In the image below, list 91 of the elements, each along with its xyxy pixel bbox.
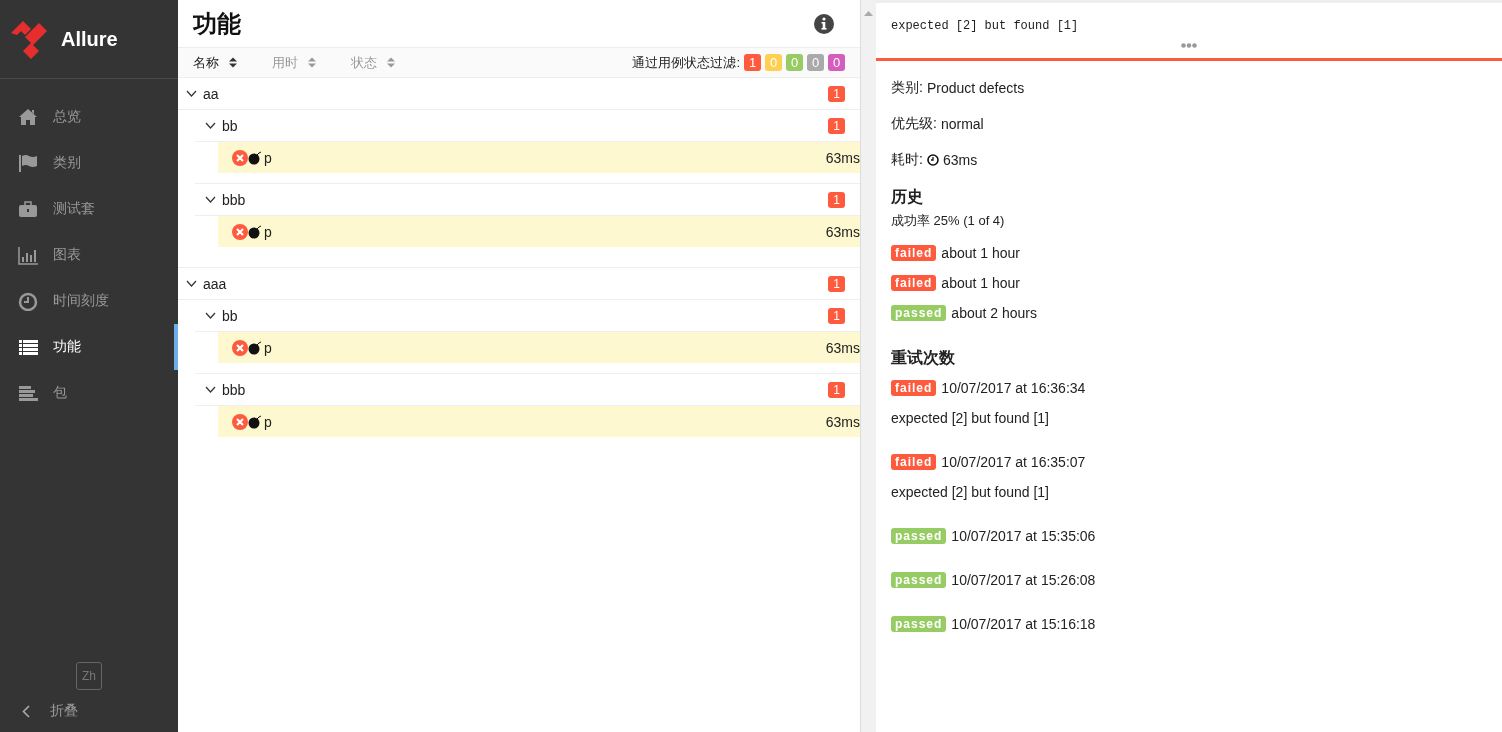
chevron-icon[interactable] [205, 386, 216, 393]
sidebar-item[interactable]: 包 [0, 370, 178, 416]
brand-name: Allure [61, 27, 118, 51]
sort-icon [308, 57, 316, 68]
sort-column[interactable]: 状态 [351, 53, 430, 72]
count-badge: 1 [828, 85, 845, 102]
test-name: p [264, 223, 272, 240]
language-button[interactable]: Zh [76, 662, 102, 690]
status-badge: failed [891, 245, 937, 261]
count-badge: 1 [828, 381, 845, 398]
failed-status-icon [232, 413, 248, 430]
retry-time: 10/07/2017 at 15:35:06 [951, 528, 1096, 544]
chevron-icon[interactable] [186, 280, 197, 287]
count-badge: 1 [828, 191, 845, 208]
retry-message: expected [2] but found [1] [891, 484, 1049, 500]
sort-column[interactable]: 名称 [193, 53, 272, 72]
test-duration: 63ms [825, 149, 860, 166]
chevron-icon[interactable] [205, 312, 216, 319]
bars-icon [18, 383, 39, 403]
test-duration: 63ms [825, 339, 860, 356]
status-filter-badge[interactable]: 0 [828, 54, 845, 71]
sidebar-item[interactable]: 功能 [0, 324, 178, 370]
test-name: p [264, 413, 272, 430]
status-filter-badge[interactable]: 1 [744, 54, 761, 71]
field-value: Product defects [926, 80, 1025, 96]
status-badge: passed [891, 616, 947, 632]
chevron-icon[interactable] [205, 122, 216, 129]
logo-icon [9, 19, 49, 59]
tree-group[interactable]: aaa 1 [178, 268, 860, 300]
failed-status-icon [232, 339, 248, 356]
page-title: 功能 [193, 8, 241, 39]
section-title: 重试次数 [891, 348, 956, 368]
clock-icon [926, 154, 939, 166]
status-badge: passed [891, 528, 947, 544]
test-row[interactable]: p 63ms [218, 216, 860, 247]
status-badge: failed [891, 380, 937, 396]
test-name: p [264, 149, 272, 166]
chart-icon [18, 245, 39, 265]
test-row[interactable]: p 63ms [218, 332, 860, 363]
retry-message: expected [2] but found [1] [891, 410, 1049, 426]
test-name: p [264, 339, 272, 356]
sidebar-item[interactable]: 图表 [0, 232, 178, 278]
failed-status-icon [232, 223, 248, 240]
status-badge: passed [891, 305, 947, 321]
list-icon [18, 337, 39, 357]
clock-icon [18, 291, 39, 311]
chevron-icon[interactable] [205, 196, 216, 203]
test-duration: 63ms [825, 413, 860, 430]
status-badge: failed [891, 454, 937, 470]
sidebar-item[interactable]: 总览 [0, 94, 178, 140]
success-rate: 成功率 25% (1 of 4) [891, 212, 1006, 230]
test-row[interactable]: p 63ms [218, 142, 860, 173]
field-value: normal [940, 116, 984, 132]
retry-time: 10/07/2017 at 15:16:18 [951, 616, 1096, 632]
info-icon[interactable] [814, 13, 834, 34]
failed-status-icon [232, 149, 248, 166]
status-badge: failed [891, 275, 937, 291]
history-time: about 1 hour [941, 245, 1020, 261]
sidebar-item[interactable]: 时间刻度 [0, 278, 178, 324]
chevron-icon [22, 704, 30, 718]
error-message: expected [2] but found [1] [891, 19, 1080, 33]
field-label: 类别: [891, 79, 923, 97]
count-badge: 1 [828, 275, 845, 292]
field-label: 耗时: [891, 151, 923, 169]
briefcase-icon [18, 199, 39, 219]
sidebar-item[interactable]: 测试套 [0, 186, 178, 232]
field-value: 63ms [942, 152, 978, 168]
sort-column[interactable]: 用时 [272, 53, 351, 72]
more-icon[interactable] [1181, 43, 1197, 48]
test-duration: 63ms [825, 223, 860, 240]
retry-time: 10/07/2017 at 16:36:34 [941, 380, 1086, 396]
field-label: 优先级: [891, 115, 937, 133]
section-title: 历史 [891, 187, 924, 207]
status-badge: passed [891, 572, 947, 588]
filter-label: 通过用例状态过滤: [632, 53, 740, 72]
sort-icon [229, 57, 237, 68]
retry-time: 10/07/2017 at 16:35:07 [941, 454, 1086, 470]
chevron-icon[interactable] [186, 90, 197, 97]
test-row[interactable]: p 63ms [218, 406, 860, 437]
flag-icon [18, 153, 39, 173]
count-badge: 1 [828, 307, 845, 324]
tree-group[interactable]: aa 1 [178, 78, 860, 110]
history-time: about 1 hour [941, 275, 1020, 291]
home-icon [18, 107, 39, 127]
count-badge: 1 [828, 117, 845, 134]
collapse-button[interactable]: 折叠 [0, 702, 178, 732]
retry-time: 10/07/2017 at 15:26:08 [951, 572, 1096, 588]
sidebar-item[interactable]: 类别 [0, 140, 178, 186]
history-time: about 2 hours [951, 305, 1037, 321]
status-filter-badge[interactable]: 0 [807, 54, 824, 71]
sort-icon [387, 57, 395, 68]
